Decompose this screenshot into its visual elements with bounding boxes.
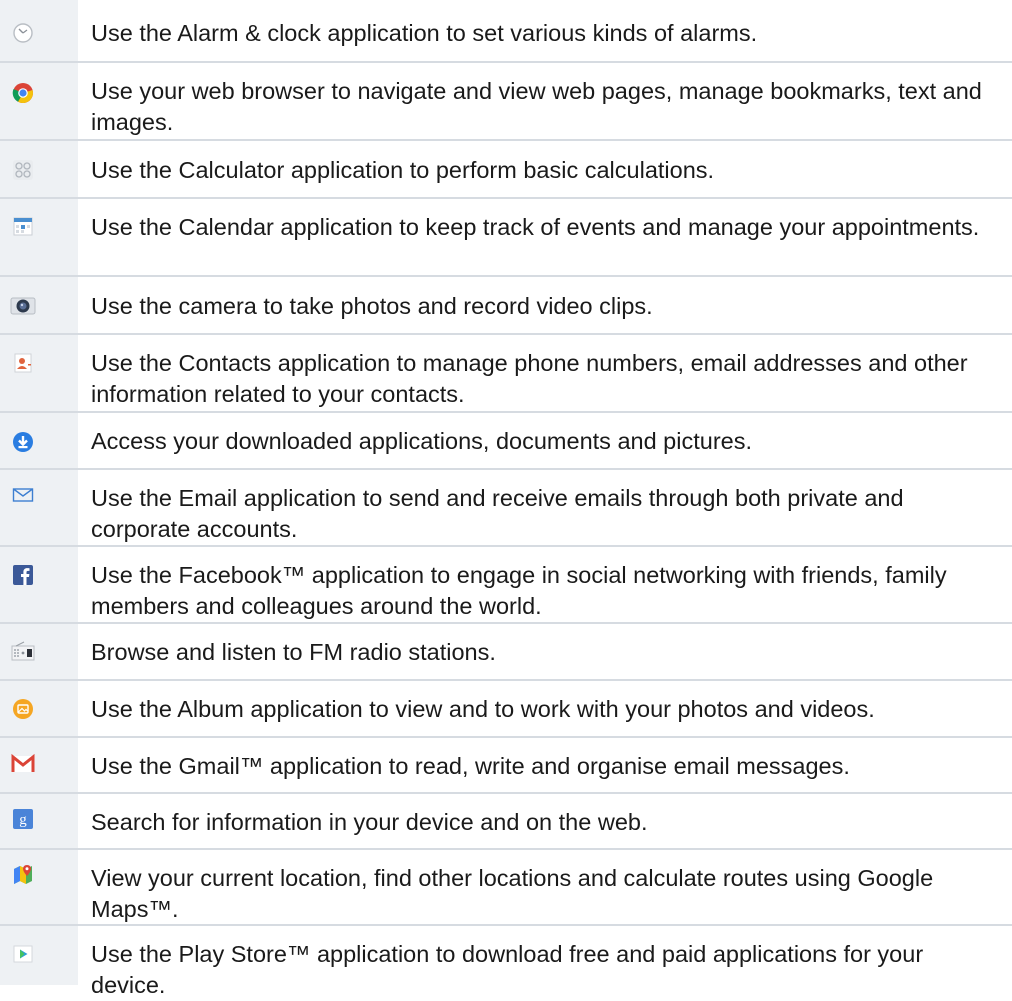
- item-description: Use the Contacts application to manage p…: [91, 350, 968, 407]
- item-description: Use the Alarm & clock application to set…: [91, 20, 758, 46]
- list-item: View your current location, find other l…: [0, 848, 1012, 924]
- downloads-icon: [12, 431, 34, 453]
- item-description: Access your downloaded applications, doc…: [91, 428, 752, 454]
- item-description: Use the Calculator application to perfor…: [91, 157, 715, 183]
- play-store-icon: [12, 943, 34, 965]
- item-description: Search for information in your device an…: [91, 809, 648, 835]
- calendar-icon: [12, 215, 34, 237]
- list-item: g Search for information in your device …: [0, 792, 1012, 848]
- album-icon: [12, 698, 34, 720]
- facebook-icon: [12, 564, 34, 586]
- gmail-icon: [11, 753, 35, 775]
- list-item: Use the Contacts application to manage p…: [0, 333, 1012, 411]
- app-description-list: Use the Alarm & clock application to set…: [0, 0, 1012, 998]
- contacts-icon: [12, 352, 34, 374]
- fm-radio-icon: [11, 641, 35, 663]
- alarm-clock-icon: [12, 22, 34, 44]
- item-description: Use your web browser to navigate and vie…: [91, 78, 982, 135]
- camera-icon: [10, 295, 36, 317]
- list-item: Use the Gmail™ application to read, writ…: [0, 736, 1012, 792]
- list-item: Use your web browser to navigate and vie…: [0, 61, 1012, 139]
- icon-cell: [0, 850, 78, 924]
- svg-text:g: g: [19, 812, 27, 828]
- google-search-icon: g: [12, 808, 34, 830]
- list-item: Use the Email application to send and re…: [0, 468, 1012, 545]
- chrome-browser-icon: [12, 82, 34, 104]
- google-maps-icon: [12, 863, 34, 885]
- icon-cell: [0, 199, 78, 275]
- list-item: Use the camera to take photos and record…: [0, 275, 1012, 333]
- item-description: View your current location, find other l…: [91, 865, 934, 922]
- list-item: Use the Calculator application to perfor…: [0, 139, 1012, 197]
- item-description: Use the camera to take photos and record…: [91, 293, 653, 319]
- item-description: Use the Facebook™ application to engage …: [91, 562, 947, 619]
- list-item: Access your downloaded applications, doc…: [0, 411, 1012, 468]
- list-item: Use the Album application to view and to…: [0, 679, 1012, 736]
- item-description: Use the Gmail™ application to read, writ…: [91, 753, 850, 779]
- list-item: Use the Facebook™ application to engage …: [0, 545, 1012, 622]
- item-description: Browse and listen to FM radio stations.: [91, 639, 496, 665]
- item-description: Use the Album application to view and to…: [91, 696, 875, 722]
- icon-cell: [0, 470, 78, 545]
- calculator-icon: [12, 159, 34, 181]
- list-item: Use the Alarm & clock application to set…: [0, 0, 1012, 61]
- item-description: Use the Play Store™ application to downl…: [91, 941, 924, 998]
- list-item: Use the Calendar application to keep tra…: [0, 197, 1012, 275]
- item-description: Use the Email application to send and re…: [91, 485, 904, 542]
- list-item: Browse and listen to FM radio stations.: [0, 622, 1012, 679]
- list-item: Use the Play Store™ application to downl…: [0, 924, 1012, 998]
- item-description: Use the Calendar application to keep tra…: [91, 214, 980, 240]
- email-envelope-icon: [12, 484, 34, 506]
